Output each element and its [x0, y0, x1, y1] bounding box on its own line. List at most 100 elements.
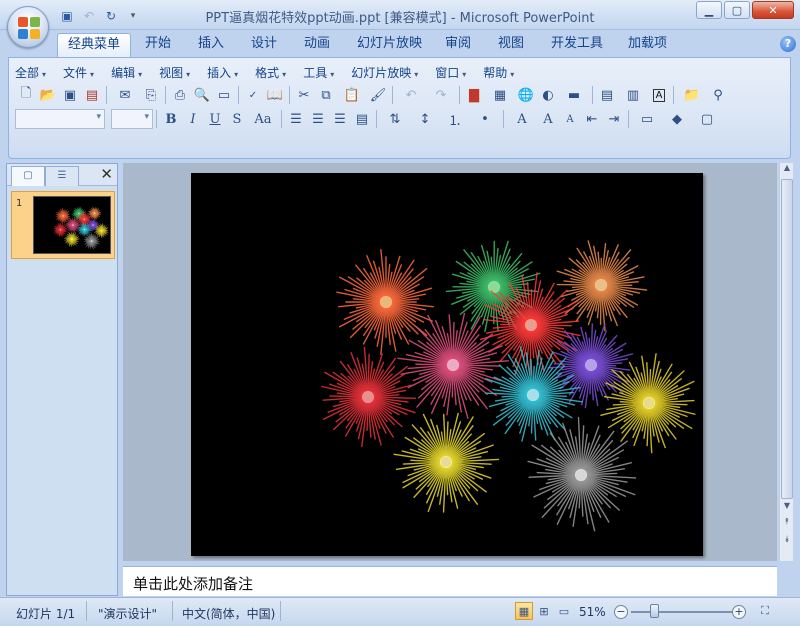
slide-sorter-icon[interactable]: ⊞ [535, 602, 553, 620]
minimize-icon[interactable]: ▁ [696, 1, 722, 19]
shape-style-icon[interactable]: ▢ [692, 109, 722, 129]
help-icon[interactable]: ? [780, 36, 796, 52]
maximize-icon[interactable]: ▢ [724, 1, 750, 19]
zoom-in-icon[interactable]: + [732, 605, 746, 619]
slideshow-view-icon[interactable]: ▭ [555, 602, 573, 620]
text-direction-icon[interactable]: ⇅ [380, 109, 410, 129]
italic-button[interactable]: I [182, 109, 204, 129]
tab-animation[interactable]: 动画 [294, 33, 340, 57]
scroll-up-icon[interactable]: ▲ [780, 163, 794, 177]
menu-edit[interactable]: 编辑 ▾ [111, 64, 142, 80]
next-slide-icon[interactable]: ⯯ [780, 535, 794, 549]
print-icon[interactable]: ⎙ [169, 85, 191, 105]
zoom-out-icon[interactable]: − [614, 605, 628, 619]
new-icon[interactable]: 🗋 [15, 85, 37, 105]
insert-table-icon[interactable]: ▦ [485, 85, 515, 105]
align-center-icon[interactable]: ☰ [307, 109, 329, 129]
research-book-icon[interactable]: 📖 [264, 85, 286, 105]
text-box-icon[interactable]: A [648, 85, 670, 105]
tab-insert[interactable]: 插入 [188, 33, 234, 57]
cut-icon[interactable]: ✂ [293, 85, 315, 105]
menu-slideshow[interactable]: 幻灯片放映 ▾ [351, 64, 418, 80]
zoom-level[interactable]: 51% [579, 605, 606, 619]
office-button[interactable] [7, 6, 49, 48]
permission-icon[interactable]: ▤ [81, 85, 103, 105]
email-icon[interactable]: ✉ [110, 85, 140, 105]
color-grayscale-icon[interactable]: ◐ [537, 85, 559, 105]
slide-thumbnail-selected[interactable]: 1 [11, 191, 115, 259]
underline-button[interactable]: U [204, 109, 226, 129]
insert-image-icon[interactable]: ▬ [559, 85, 589, 105]
save-icon[interactable]: ▣ [59, 85, 81, 105]
bold-button[interactable]: B [160, 109, 182, 129]
paste-icon[interactable]: 📋 [337, 85, 367, 105]
tab-view[interactable]: 视图 [488, 33, 534, 57]
change-case-button[interactable]: Aa [248, 109, 278, 129]
layout-icon[interactable]: ▥ [618, 85, 648, 105]
line-spacing-icon[interactable]: ↕ [410, 109, 440, 129]
slide-canvas[interactable] [191, 173, 703, 556]
design-icon[interactable]: ▭ [632, 109, 662, 129]
print-preview-icon[interactable]: 🔍 [191, 85, 213, 105]
folder-icon[interactable]: 📁 [677, 85, 707, 105]
tab-home[interactable]: 开始 [135, 33, 181, 57]
decrease-indent-icon[interactable]: ⇤ [581, 109, 603, 129]
shrink-font-icon[interactable]: A [559, 109, 581, 129]
menu-tools[interactable]: 工具 ▾ [303, 64, 334, 80]
font-name-combo[interactable] [15, 109, 105, 129]
redo-icon[interactable]: ↷ [426, 85, 456, 105]
tab-slides[interactable]: ▢ [11, 166, 45, 186]
prev-slide-icon[interactable]: ⯭ [780, 517, 794, 531]
scroll-down-icon[interactable]: ▼ [780, 501, 794, 515]
menu-view[interactable]: 视图 ▾ [159, 64, 190, 80]
align-right-icon[interactable]: ☰ [329, 109, 351, 129]
tab-classic-menu[interactable]: 经典菜单 [57, 33, 132, 57]
zoom-slider-handle[interactable] [650, 604, 659, 618]
thumbnail-fireworks-image [53, 206, 109, 250]
zoom-search-icon[interactable]: ⚲ [707, 85, 729, 105]
grow-font-icon[interactable]: A [537, 109, 559, 129]
attach-icon[interactable]: ⎘ [140, 85, 162, 105]
undo-icon[interactable]: ↶ [396, 85, 426, 105]
vertical-scrollbar[interactable]: ▲ ▼ ⯭ ⯯ [779, 163, 793, 561]
fit-to-window-icon[interactable]: ⛶ [756, 602, 774, 620]
menu-format[interactable]: 格式 ▾ [255, 64, 286, 80]
normal-view-icon[interactable]: ▦ [515, 602, 533, 620]
notes-pane[interactable]: 单击此处添加备注 [123, 566, 777, 596]
justify-icon[interactable]: ▤ [351, 109, 373, 129]
bullets-icon[interactable]: • [470, 109, 500, 129]
font-color-icon[interactable]: A [507, 109, 537, 129]
open-icon[interactable]: 📂 [37, 85, 59, 105]
menu-window[interactable]: 窗口 ▾ [435, 64, 466, 80]
tab-slideshow[interactable]: 幻灯片放映 [347, 33, 432, 57]
scroll-thumb[interactable] [781, 179, 793, 499]
align-left-icon[interactable]: ☰ [285, 109, 307, 129]
numbering-icon[interactable]: ⒈ [440, 109, 470, 129]
menu-help[interactable]: 帮助 ▾ [483, 64, 514, 80]
copy-icon[interactable]: ⧉ [315, 85, 337, 105]
menu-file[interactable]: 文件 ▾ [63, 64, 94, 80]
hyperlink-icon[interactable]: 🌐 [515, 85, 537, 105]
spelling-icon[interactable]: ✓ [242, 85, 264, 105]
language[interactable]: 中文(简体，中国) [182, 605, 275, 622]
research-icon[interactable]: ▭ [213, 85, 235, 105]
menu-insert[interactable]: 插入 ▾ [207, 64, 238, 80]
shadow-button[interactable]: S [226, 109, 248, 129]
insert-chart-icon[interactable]: ▇ [463, 85, 485, 105]
tab-addins[interactable]: 加载项 [618, 33, 677, 57]
tab-outline[interactable]: ☰ [45, 166, 79, 186]
close-pane-icon[interactable]: ✕ [100, 165, 113, 183]
zoom-slider-track[interactable] [631, 611, 733, 613]
increase-indent-icon[interactable]: ⇥ [603, 109, 625, 129]
tab-developer[interactable]: 开发工具 [541, 33, 613, 57]
format-painter-icon[interactable]: 🖌 [367, 85, 389, 105]
fireworks-image[interactable] [191, 173, 703, 556]
tab-review[interactable]: 审阅 [435, 33, 481, 57]
shapes-icon[interactable]: ◆ [662, 109, 692, 129]
tab-design[interactable]: 设计 [241, 33, 287, 57]
close-icon[interactable]: ✕ [752, 1, 794, 19]
font-size-combo[interactable] [111, 109, 153, 129]
status-bar: 幻灯片 1/1 "演示设计" 中文(简体，中国) ▦ ⊞ ▭ 51% − + ⛶ [0, 597, 800, 626]
menu-all[interactable]: 全部 ▾ [15, 64, 46, 80]
new-slide-icon[interactable]: ▤ [596, 85, 618, 105]
